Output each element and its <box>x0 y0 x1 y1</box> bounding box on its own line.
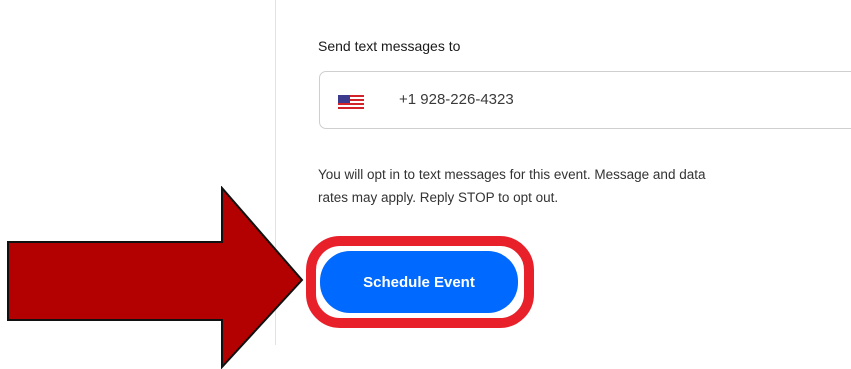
disclaimer-line: You will opt in to text messages for thi… <box>318 167 706 182</box>
phone-number-field[interactable] <box>319 71 851 129</box>
sms-field-label: Send text messages to <box>318 38 461 54</box>
sms-disclaimer: You will opt in to text messages for thi… <box>318 163 851 209</box>
disclaimer-line: rates may apply. Reply STOP to opt out. <box>318 190 559 205</box>
us-flag-icon[interactable] <box>338 95 364 109</box>
schedule-event-button[interactable]: Schedule Event <box>320 251 518 313</box>
arrow-right-icon <box>7 186 304 369</box>
phone-number-input[interactable] <box>399 91 699 108</box>
